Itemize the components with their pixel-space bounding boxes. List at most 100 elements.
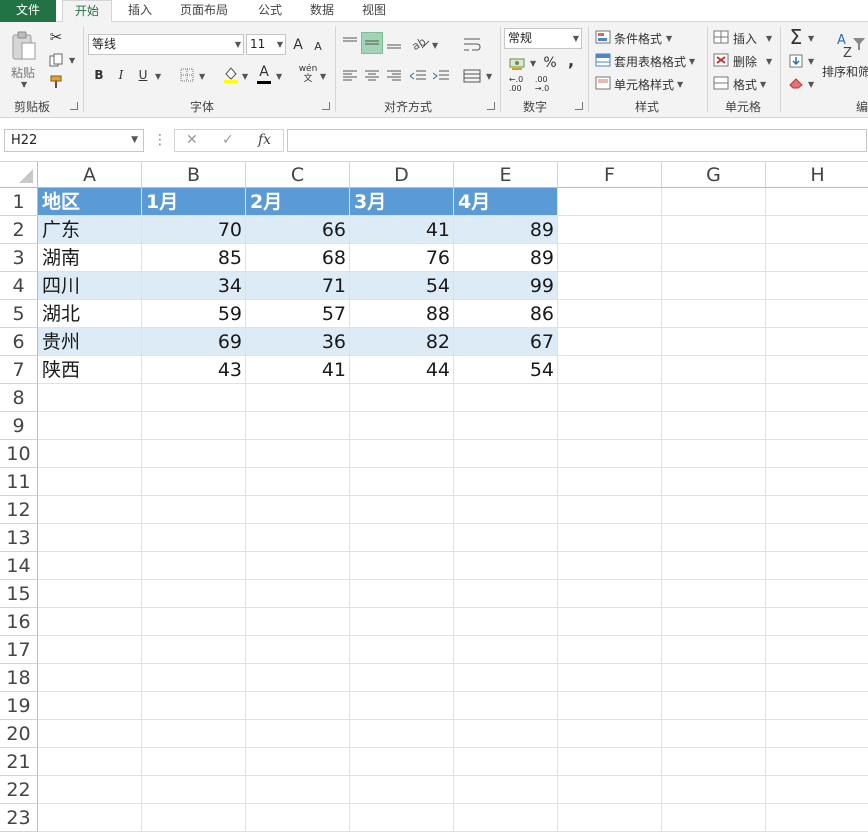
- bold-button[interactable]: B: [91, 66, 107, 84]
- orientation-dropdown-icon[interactable]: ▼: [432, 41, 438, 50]
- alignment-launcher-icon[interactable]: [487, 102, 495, 110]
- row-header[interactable]: 3: [0, 244, 38, 272]
- increase-indent-icon[interactable]: [431, 66, 451, 86]
- enter-icon[interactable]: ✓: [222, 132, 234, 148]
- fill-color-icon[interactable]: [222, 64, 240, 84]
- table-cell[interactable]: 36: [246, 328, 350, 356]
- table-cell[interactable]: 43: [142, 356, 246, 384]
- tab-insert[interactable]: 插入: [118, 0, 162, 22]
- formula-input[interactable]: [287, 129, 867, 152]
- tab-home[interactable]: 开始: [62, 0, 112, 23]
- phonetic-dropdown-icon[interactable]: ▼: [320, 72, 326, 81]
- table-cell[interactable]: 85: [142, 244, 246, 272]
- row-header[interactable]: 21: [0, 748, 38, 776]
- formula-bar-menu-icon[interactable]: ⋮: [153, 132, 167, 148]
- font-size-select[interactable]: 11 ▼: [246, 34, 286, 55]
- name-box[interactable]: H22 ▼: [4, 129, 144, 152]
- column-header[interactable]: A: [38, 162, 142, 188]
- row-header[interactable]: 15: [0, 580, 38, 608]
- column-header[interactable]: D: [350, 162, 454, 188]
- table-cell[interactable]: 76: [350, 244, 454, 272]
- cell-styles-label[interactable]: 单元格样式: [614, 76, 674, 93]
- delete-cells-icon[interactable]: [712, 52, 730, 68]
- number-format-select[interactable]: 常规 ▼: [504, 28, 582, 49]
- table-cell[interactable]: 99: [454, 272, 558, 300]
- cut-icon[interactable]: ✂: [46, 27, 66, 47]
- comma-button[interactable]: ,: [564, 50, 578, 70]
- table-header-cell[interactable]: 2月: [246, 188, 350, 216]
- row-header[interactable]: 4: [0, 272, 38, 300]
- table-cell[interactable]: 89: [454, 216, 558, 244]
- align-left-icon[interactable]: [340, 66, 360, 86]
- sort-filter-icon[interactable]: AZ: [832, 28, 868, 60]
- row-header[interactable]: 20: [0, 720, 38, 748]
- align-top-icon[interactable]: [340, 32, 360, 54]
- decrease-decimal-icon[interactable]: .00 →.0: [532, 75, 552, 93]
- table-cell[interactable]: 82: [350, 328, 454, 356]
- wrap-text-icon[interactable]: [460, 34, 484, 56]
- cell-styles-dropdown-icon[interactable]: ▼: [677, 80, 683, 89]
- table-cell[interactable]: 70: [142, 216, 246, 244]
- increase-decimal-icon[interactable]: ←.0.00: [506, 75, 526, 93]
- table-header-cell[interactable]: 4月: [454, 188, 558, 216]
- column-header[interactable]: E: [454, 162, 558, 188]
- paste-icon[interactable]: [8, 30, 40, 62]
- table-cell[interactable]: 88: [350, 300, 454, 328]
- column-header[interactable]: B: [142, 162, 246, 188]
- table-cell[interactable]: 34: [142, 272, 246, 300]
- merge-dropdown-icon[interactable]: ▼: [486, 72, 492, 81]
- row-header[interactable]: 19: [0, 692, 38, 720]
- align-right-icon[interactable]: [384, 66, 404, 86]
- table-cell[interactable]: 67: [454, 328, 558, 356]
- table-cell[interactable]: 54: [454, 356, 558, 384]
- cell-styles-icon[interactable]: [594, 75, 612, 91]
- tab-file[interactable]: 文件: [0, 0, 56, 22]
- table-header-cell[interactable]: 3月: [350, 188, 454, 216]
- table-header-cell[interactable]: 1月: [142, 188, 246, 216]
- table-cell[interactable]: 57: [246, 300, 350, 328]
- merge-center-icon[interactable]: [460, 66, 484, 86]
- font-color-button[interactable]: A: [256, 64, 272, 84]
- cancel-icon[interactable]: ✕: [186, 132, 198, 148]
- conditional-format-icon[interactable]: [594, 29, 612, 45]
- insert-function-icon[interactable]: fx: [258, 132, 271, 148]
- insert-cells-dropdown-icon[interactable]: ▼: [766, 34, 772, 43]
- format-cells-icon[interactable]: [712, 75, 730, 91]
- table-cell[interactable]: 59: [142, 300, 246, 328]
- row-header[interactable]: 9: [0, 412, 38, 440]
- font-color-dropdown-icon[interactable]: ▼: [276, 72, 282, 81]
- paste-dropdown-icon[interactable]: ▼: [21, 80, 27, 89]
- shrink-font-button[interactable]: A: [310, 38, 326, 54]
- insert-cells-label[interactable]: 插入: [733, 30, 757, 47]
- column-header[interactable]: H: [766, 162, 868, 188]
- border-icon[interactable]: [178, 66, 196, 84]
- border-dropdown-icon[interactable]: ▼: [199, 72, 205, 81]
- table-cell[interactable]: 41: [246, 356, 350, 384]
- fill-icon[interactable]: [787, 52, 805, 70]
- paste-label[interactable]: 粘贴: [11, 64, 35, 81]
- table-cell[interactable]: 广东: [38, 216, 142, 244]
- table-cell[interactable]: 四川: [38, 272, 142, 300]
- align-center-icon[interactable]: [362, 66, 382, 86]
- table-cell[interactable]: 贵州: [38, 328, 142, 356]
- underline-dropdown-icon[interactable]: ▼: [155, 72, 161, 81]
- table-cell[interactable]: 44: [350, 356, 454, 384]
- row-header[interactable]: 11: [0, 468, 38, 496]
- row-header[interactable]: 8: [0, 384, 38, 412]
- align-middle-icon[interactable]: [361, 32, 383, 54]
- fill-color-dropdown-icon[interactable]: ▼: [242, 72, 248, 81]
- table-cell[interactable]: 68: [246, 244, 350, 272]
- tab-data[interactable]: 数据: [300, 0, 344, 22]
- row-header[interactable]: 13: [0, 524, 38, 552]
- format-as-table-icon[interactable]: [594, 52, 612, 68]
- table-cell[interactable]: 41: [350, 216, 454, 244]
- table-cell[interactable]: 89: [454, 244, 558, 272]
- column-header[interactable]: C: [246, 162, 350, 188]
- delete-cells-label[interactable]: 删除: [733, 53, 757, 70]
- column-header[interactable]: G: [662, 162, 766, 188]
- underline-button[interactable]: U: [135, 66, 151, 84]
- table-cell[interactable]: 陕西: [38, 356, 142, 384]
- table-cell[interactable]: 69: [142, 328, 246, 356]
- sort-filter-label[interactable]: 排序和筛: [822, 63, 868, 80]
- table-cell[interactable]: 86: [454, 300, 558, 328]
